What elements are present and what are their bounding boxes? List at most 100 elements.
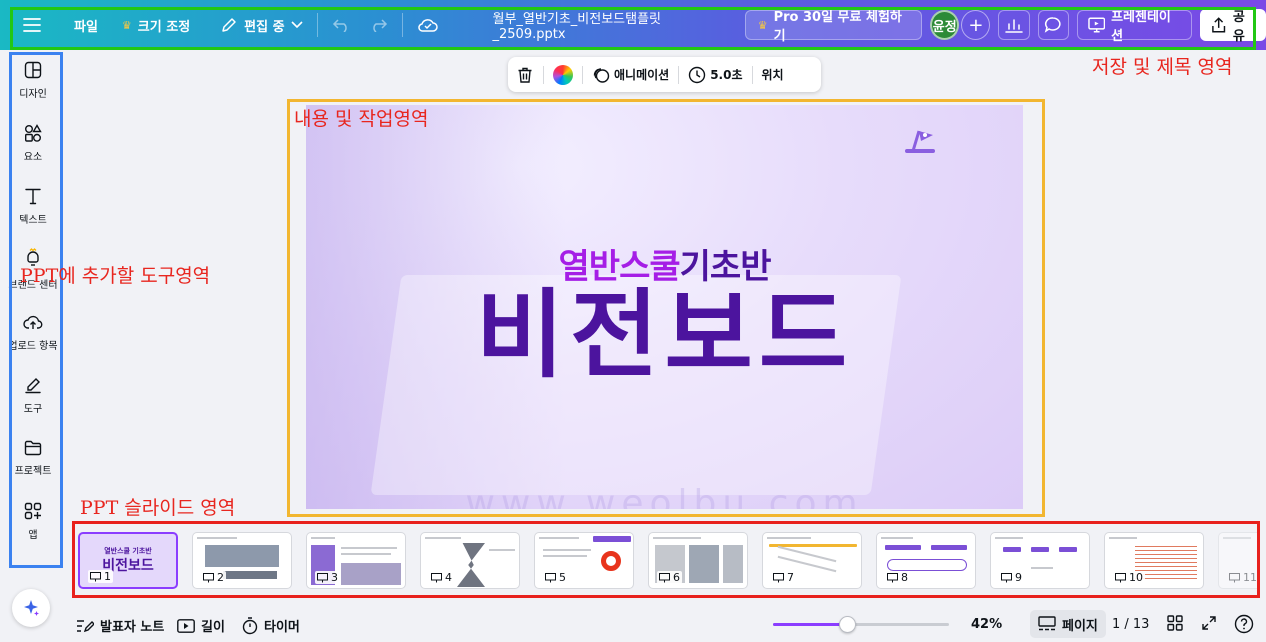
zoom-slider[interactable] <box>773 616 949 633</box>
edit-mode-button[interactable]: 편집 중 <box>212 9 310 41</box>
sidebar-item-text[interactable]: 텍스트 <box>0 176 66 236</box>
bar-chart-icon <box>1005 19 1023 33</box>
thumbnail-text-line <box>543 555 587 557</box>
elements-icon <box>25 123 42 142</box>
layout-icon <box>24 61 42 78</box>
present-icon <box>887 572 898 582</box>
sidebar-item-uploads[interactable]: 업로드 항목 <box>0 302 66 362</box>
thumbnail-image <box>341 563 401 585</box>
pro-trial-button[interactable]: ♛ Pro 30일 무료 체험하기 <box>744 10 923 44</box>
present-icon <box>317 572 328 582</box>
annotation-label-title-area: 저장 및 제목 영역 <box>1092 56 1233 78</box>
slide-number: 3 <box>315 571 340 584</box>
thumbnail-text-line <box>341 547 397 549</box>
slide-number: 7 <box>771 571 796 584</box>
thumbnail-text-line <box>995 537 1023 539</box>
file-menu[interactable]: 파일 <box>66 9 106 41</box>
comments-button[interactable] <box>1037 10 1069 40</box>
crown-icon: ♛ <box>121 18 132 32</box>
sidebar-item-projects[interactable]: 프로젝트 <box>0 428 66 488</box>
timer-button[interactable]: 타이머 <box>242 616 300 635</box>
color-button[interactable] <box>553 64 573 85</box>
thumbnail-bar <box>1059 547 1077 552</box>
cloud-check-icon <box>417 19 438 32</box>
divider <box>401 13 403 37</box>
slide-thumbnail[interactable]: 6 <box>648 532 748 589</box>
sidebar-item-elements[interactable]: 요소 <box>0 113 66 173</box>
sidebar-item-tools[interactable]: 도구 <box>0 365 66 425</box>
divider <box>678 65 680 84</box>
help-button[interactable] <box>1234 614 1254 634</box>
duration-button[interactable]: 길이 <box>177 616 225 635</box>
slide-number: 5 <box>543 571 568 584</box>
animation-button[interactable]: 애니메이션 <box>592 66 669 84</box>
thumbnail-image <box>205 545 279 567</box>
add-collaborator-button[interactable]: + <box>961 10 991 40</box>
delete-button[interactable] <box>516 66 534 84</box>
redo-button[interactable] <box>360 9 396 41</box>
draw-icon <box>25 377 41 393</box>
slide-thumbnail[interactable]: 열반스쿨 기초반 비전보드 1 <box>78 532 178 589</box>
slide-thumbnail[interactable]: 2 <box>192 532 292 589</box>
undo-button[interactable] <box>324 9 360 41</box>
upload-cloud-icon <box>23 315 43 329</box>
slide-thumbnail[interactable]: 11 <box>1218 532 1260 589</box>
thumbnail-text-line <box>767 537 811 539</box>
page-counter[interactable]: 1 / 13 <box>1112 617 1149 632</box>
magic-assistant-button[interactable] <box>12 589 50 627</box>
flag-icon <box>905 130 935 153</box>
undo-icon <box>332 19 347 32</box>
help-icon <box>1234 614 1254 634</box>
share-icon <box>1211 17 1225 33</box>
share-button[interactable]: 공유 <box>1199 9 1266 44</box>
thumbnail-bar <box>885 545 921 550</box>
insights-button[interactable] <box>998 10 1030 40</box>
thumbnail-circles <box>887 559 967 571</box>
thumbnail-text-line <box>1223 537 1251 539</box>
stopwatch-icon <box>242 616 258 634</box>
present-button[interactable]: 프레젠테이션 <box>1076 10 1192 44</box>
animation-icon <box>593 67 610 83</box>
present-icon <box>431 572 442 582</box>
slide-thumbnail-strip: 열반스쿨 기초반 비전보드 1 2 3 4 5 6 7 8 9 10 11 <box>72 520 1260 598</box>
thumbnail-image <box>457 543 485 587</box>
divider <box>751 65 753 84</box>
speaker-notes-button[interactable]: 발표자 노트 <box>76 616 164 635</box>
resize-button[interactable]: ♛ 크기 조정 <box>114 9 198 41</box>
slide-thumbnail[interactable]: 8 <box>876 532 976 589</box>
fullscreen-button[interactable] <box>1201 615 1217 631</box>
present-icon <box>1087 17 1105 33</box>
pages-view-button[interactable]: 페이지 <box>1030 610 1106 638</box>
apps-icon <box>24 502 42 519</box>
redo-icon <box>372 19 387 32</box>
bottom-bar: 발표자 노트 길이 타이머 42% 페이지 1 / 13 <box>66 606 1266 642</box>
avatar[interactable]: 윤정 <box>930 10 960 40</box>
menu-button[interactable] <box>14 9 50 41</box>
slide-thumbnail[interactable]: 10 <box>1104 532 1204 589</box>
thumbnail-text-line <box>341 553 391 555</box>
sidebar-item-apps[interactable]: 앱 <box>0 491 66 551</box>
zoom-slider-handle[interactable] <box>838 616 856 633</box>
element-toolbar: 애니메이션 5.0초 위치 <box>508 57 821 92</box>
document-title[interactable]: 월부_열반기초_비전보드탬플릿_2509.pptx <box>493 8 727 42</box>
slide-thumbnail[interactable]: 9 <box>990 532 1090 589</box>
position-button[interactable]: 위치 <box>762 66 784 83</box>
thumbnail-text-line <box>1109 537 1137 539</box>
sidebar-item-design[interactable]: 디자인 <box>0 50 66 110</box>
slide-thumbnail[interactable]: 4 <box>420 532 520 589</box>
present-icon <box>1115 572 1126 582</box>
divider <box>582 65 583 84</box>
plus-icon: + <box>968 14 984 36</box>
slide-thumbnail[interactable]: 3 <box>306 532 406 589</box>
grid-view-button[interactable] <box>1167 615 1183 631</box>
slide-thumbnail[interactable]: 5 <box>534 532 634 589</box>
save-status-button[interactable] <box>409 9 447 41</box>
folder-icon <box>24 440 42 455</box>
thumbnail-text-line <box>1031 567 1053 569</box>
thumbnail-bar <box>931 545 967 550</box>
slide-thumbnail[interactable]: 7 <box>762 532 862 589</box>
slide-canvas[interactable]: 열반스쿨기초반 비전보드 www.weolbu.com <box>306 105 1023 509</box>
zoom-value[interactable]: 42% <box>971 617 1002 632</box>
timing-button[interactable]: 5.0초 <box>688 66 743 84</box>
color-wheel-icon <box>553 64 573 85</box>
